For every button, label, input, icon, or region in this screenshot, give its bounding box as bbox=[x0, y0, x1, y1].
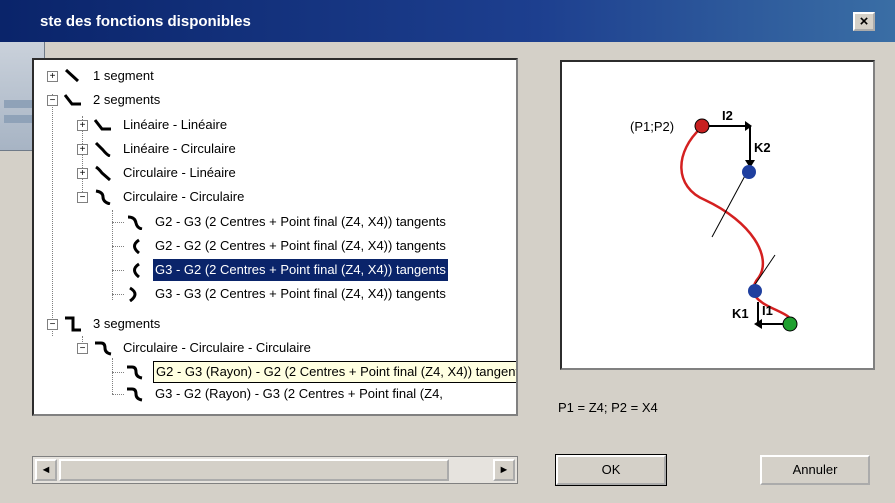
tree-item-circulaire-lineaire[interactable]: + Circulaire - Linéaire bbox=[34, 162, 514, 184]
center-point-1 bbox=[748, 284, 762, 298]
g2-g3-icon bbox=[127, 215, 143, 230]
tree-item-g3-g2-g3[interactable]: G3 - G2 (Rayon) - G3 (2 Centres + Point … bbox=[34, 383, 514, 405]
k1-label: K1 bbox=[732, 306, 749, 321]
radius-line bbox=[711, 171, 748, 238]
i2-label: I2 bbox=[722, 108, 733, 123]
ok-button[interactable]: OK bbox=[555, 454, 667, 486]
segment-line-icon bbox=[64, 68, 80, 83]
g3-g2-g3-icon bbox=[127, 387, 143, 402]
expand-icon[interactable]: + bbox=[47, 71, 58, 82]
tree-item-label: G3 - G2 (Rayon) - G3 (2 Centres + Point … bbox=[155, 386, 443, 401]
scroll-thumb[interactable] bbox=[59, 459, 449, 481]
title-bar: ste des fonctions disponibles × bbox=[0, 0, 895, 42]
tree-item-g2-g2[interactable]: G2 - G2 (2 Centres + Point final (Z4, X4… bbox=[34, 235, 514, 257]
tree-item-2-segments[interactable]: − 2 segments bbox=[34, 89, 514, 111]
tree-item-3-segments[interactable]: − 3 segments bbox=[34, 313, 514, 335]
g3-g3-icon bbox=[129, 286, 137, 302]
line-line-icon bbox=[94, 119, 111, 131]
three-segment-icon bbox=[65, 316, 81, 332]
start-point bbox=[694, 118, 710, 134]
tree-item-label: 2 segments bbox=[93, 92, 161, 107]
expand-icon[interactable]: + bbox=[77, 120, 88, 131]
tree-item-label: Circulaire - Circulaire - Circulaire bbox=[123, 340, 311, 355]
g2-g3-g2-icon bbox=[127, 365, 143, 380]
tree-item-lineaire-circulaire[interactable]: + Linéaire - Circulaire bbox=[34, 138, 514, 160]
tree-item-g3-g2[interactable]: G3 - G2 (2 Centres + Point final (Z4, X4… bbox=[34, 258, 514, 282]
cancel-button[interactable]: Annuler bbox=[760, 455, 870, 485]
tree-item-label: G3 - G3 (2 Centres + Point final (Z4, X4… bbox=[155, 286, 446, 301]
collapse-icon[interactable]: − bbox=[77, 343, 88, 354]
preview-panel: (P1;P2) I2 K2 K1 I1 bbox=[560, 60, 875, 370]
tree-item-label: G2 - G2 (2 Centres + Point final (Z4, X4… bbox=[155, 238, 446, 253]
tree-item-label: Circulaire - Linéaire bbox=[123, 165, 236, 180]
tree-item-g2-g3-g2[interactable]: G2 - G3 (Rayon) - G2 (2 Centres + Point … bbox=[34, 361, 516, 383]
expand-icon[interactable]: + bbox=[77, 168, 88, 179]
tree-item-lineaire-lineaire[interactable]: + Linéaire - Linéaire bbox=[34, 114, 514, 136]
arc-diagram: (P1;P2) I2 K2 K1 I1 bbox=[630, 108, 798, 332]
tree-item-label: Circulaire - Circulaire bbox=[123, 189, 245, 204]
tree-item-g2-g3[interactable]: G2 - G3 (2 Centres + Point final (Z4, X4… bbox=[34, 211, 514, 233]
arc-path bbox=[680, 126, 793, 325]
i1-label: I1 bbox=[762, 303, 773, 318]
horizontal-scrollbar[interactable]: ◄ ► bbox=[32, 456, 518, 484]
end-point bbox=[782, 316, 798, 332]
tree-item-label: 1 segment bbox=[93, 68, 154, 83]
center-point-2 bbox=[742, 165, 756, 179]
arc-arc-icon bbox=[95, 189, 111, 205]
window-title: ste des fonctions disponibles bbox=[40, 13, 251, 30]
scroll-left-button[interactable]: ◄ bbox=[35, 459, 57, 481]
point-label: (P1;P2) bbox=[630, 119, 674, 134]
tree-item-circulaire-circulaire[interactable]: − Circulaire - Circulaire bbox=[34, 186, 514, 208]
tree-item-label: 3 segments bbox=[93, 316, 161, 331]
collapse-icon[interactable]: − bbox=[77, 192, 88, 203]
tree-item-label: Linéaire - Circulaire bbox=[123, 141, 236, 156]
two-segment-icon bbox=[64, 94, 81, 106]
tree-item-label-hover: G2 - G3 (Rayon) - G2 (2 Centres + Point … bbox=[153, 361, 516, 383]
collapse-icon[interactable]: − bbox=[47, 95, 58, 106]
expand-icon[interactable]: + bbox=[77, 144, 88, 155]
g3-g2-icon bbox=[133, 262, 140, 278]
formula-text: P1 = Z4; P2 = X4 bbox=[558, 400, 658, 415]
scroll-right-button[interactable]: ► bbox=[493, 459, 515, 481]
tree-item-g3-g3[interactable]: G3 - G3 (2 Centres + Point final (Z4, X4… bbox=[34, 283, 514, 305]
arc-line-icon bbox=[95, 165, 111, 181]
tree-item-label: Linéaire - Linéaire bbox=[123, 117, 228, 132]
tree-item-1-segment[interactable]: + 1 segment bbox=[34, 65, 514, 87]
line-arc-icon bbox=[94, 141, 111, 157]
function-tree: + 1 segment − 2 segments + Linéaire - Li… bbox=[32, 58, 518, 416]
g2-g2-icon bbox=[133, 238, 140, 254]
k2-label: K2 bbox=[754, 140, 771, 155]
arc-arc-arc-icon bbox=[95, 341, 112, 356]
close-button[interactable]: × bbox=[853, 12, 875, 31]
tree-item-label-selected: G3 - G2 (2 Centres + Point final (Z4, X4… bbox=[152, 258, 449, 282]
tree-item-label: G2 - G3 (2 Centres + Point final (Z4, X4… bbox=[155, 214, 446, 229]
collapse-icon[interactable]: − bbox=[47, 319, 58, 330]
tree-item-circ-circ-circ[interactable]: − Circulaire - Circulaire - Circulaire bbox=[34, 337, 514, 359]
